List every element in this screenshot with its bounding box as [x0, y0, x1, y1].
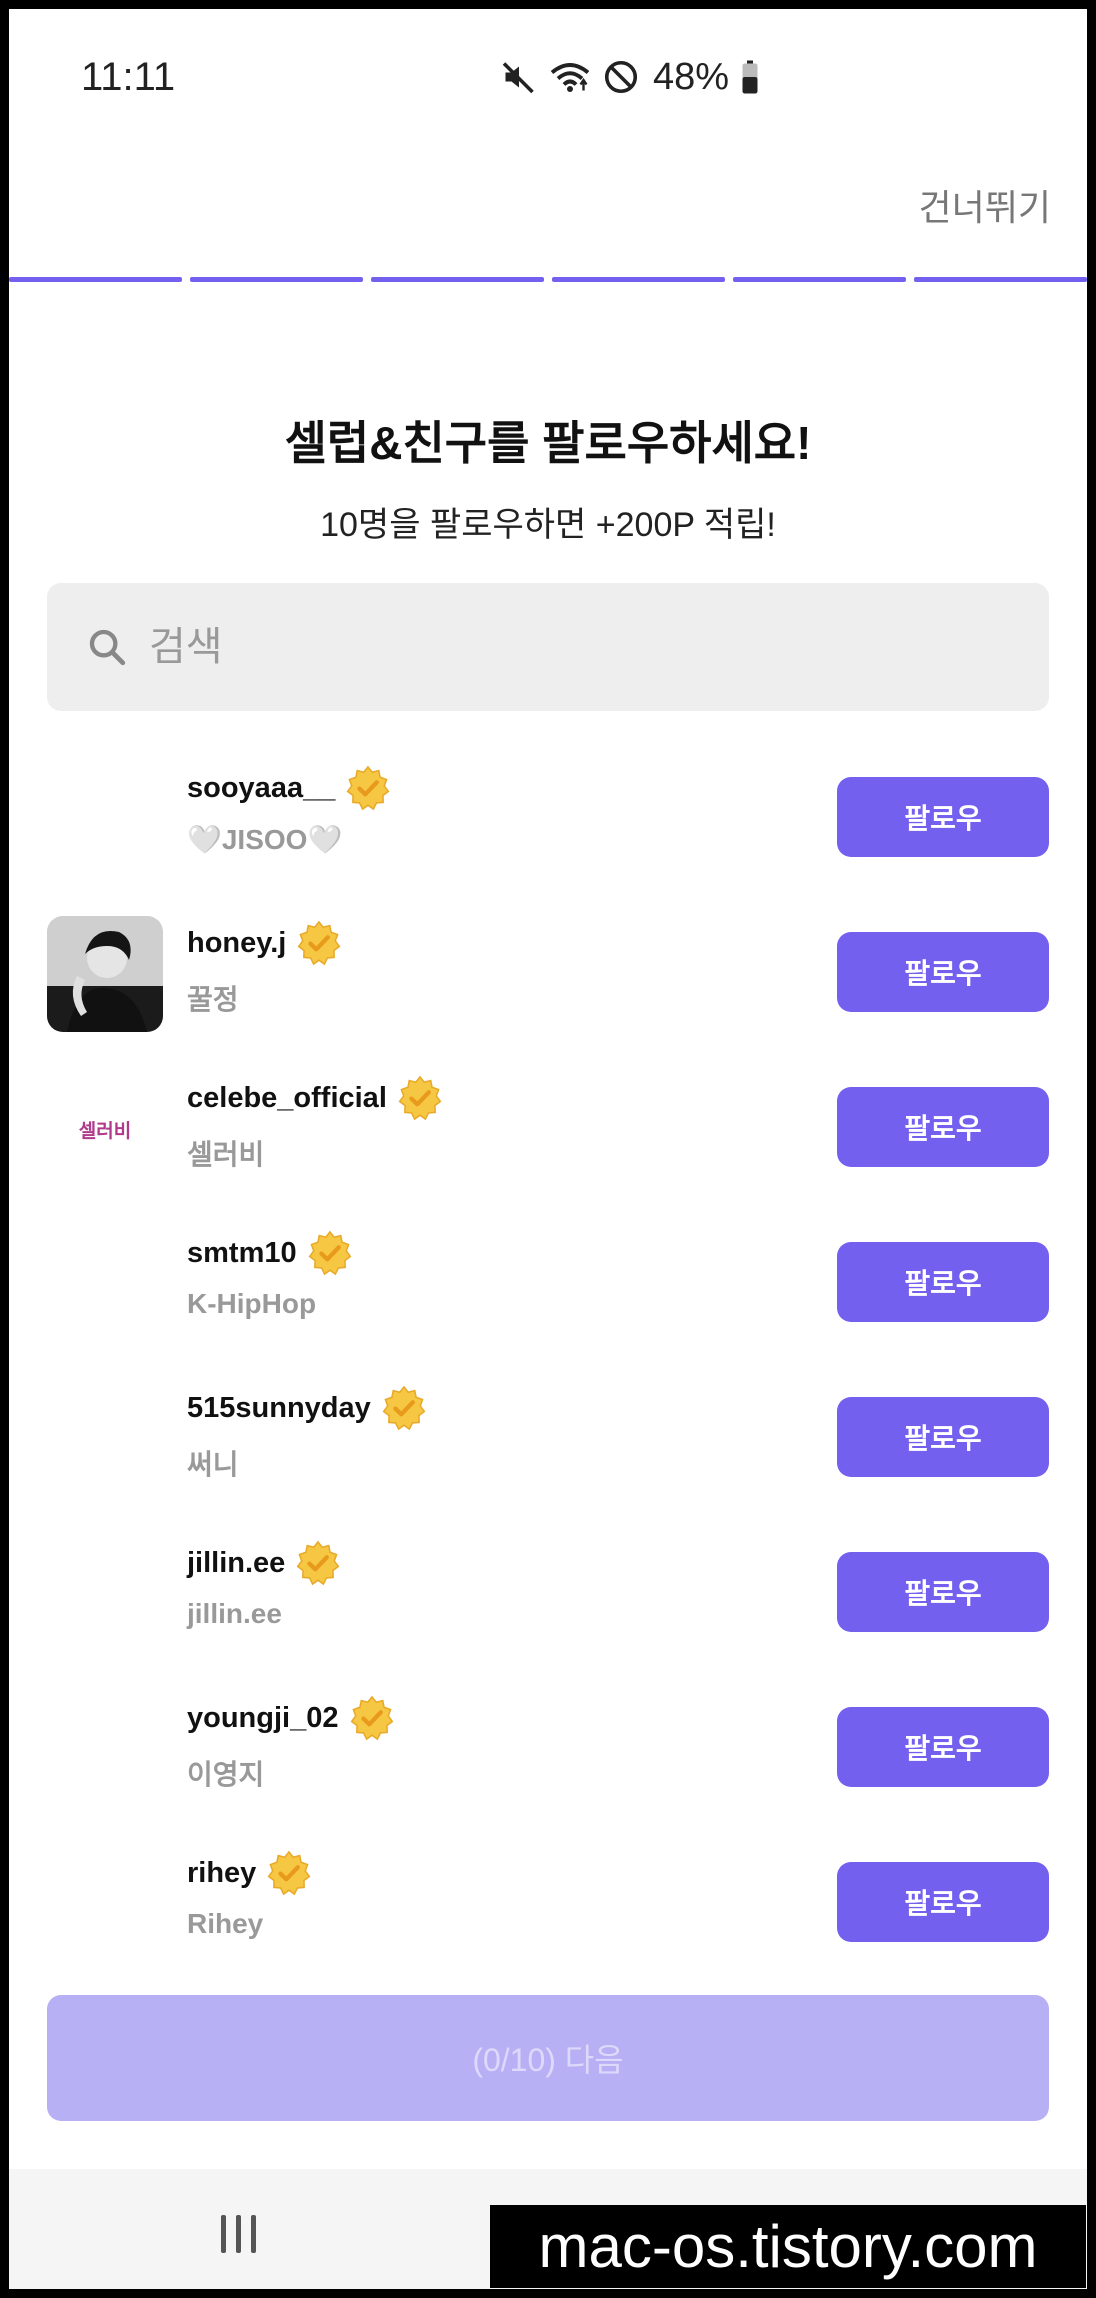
verified-badge-icon: [296, 1540, 340, 1586]
follow-button[interactable]: 팔로우: [837, 1397, 1049, 1477]
display-name: 꿀정: [187, 984, 239, 1015]
user-row: sooyaaa__ 🤍JISOO🤍 팔로우: [9, 751, 1087, 906]
user-row: 515sunnyday 써니 팔로우: [9, 1371, 1087, 1526]
follow-button[interactable]: 팔로우: [837, 1862, 1049, 1942]
display-name: jillin.ee: [187, 1598, 282, 1629]
progress-step: [733, 277, 906, 282]
username[interactable]: sooyaaa__: [187, 772, 335, 805]
verified-badge-icon: [346, 765, 390, 811]
user-row: jillin.ee jillin.ee 팔로우: [9, 1526, 1087, 1681]
avatar[interactable]: 셀러비: [47, 1071, 163, 1187]
user-row: 셀러비 celebe_official 셀러비 팔로우: [9, 1061, 1087, 1216]
username[interactable]: jillin.ee: [187, 1547, 285, 1580]
user-row: rihey Rihey 팔로우: [9, 1836, 1087, 1991]
progress-step: [552, 277, 725, 282]
verified-badge-icon: [297, 920, 341, 966]
user-row: youngji_02 이영지 팔로우: [9, 1681, 1087, 1836]
recents-icon[interactable]: [221, 2215, 256, 2253]
progress-step: [914, 277, 1087, 282]
status-icons: 48%: [501, 55, 759, 99]
display-name: Rihey: [187, 1908, 264, 1939]
user-list: sooyaaa__ 🤍JISOO🤍 팔로우 honey.j 꿀정 팔로우 셀러비…: [9, 751, 1087, 1991]
username[interactable]: smtm10: [187, 1237, 297, 1270]
profile-photo: [47, 916, 163, 1032]
user-row: honey.j 꿀정 팔로우: [9, 906, 1087, 1061]
username[interactable]: rihey: [187, 1857, 256, 1890]
username-line: smtm10: [187, 1230, 353, 1276]
follow-button[interactable]: 팔로우: [837, 932, 1049, 1012]
progress-step: [190, 277, 363, 282]
status-bar: 11:11 48%: [9, 9, 1087, 131]
avatar[interactable]: [47, 1226, 163, 1342]
username-line: jillin.ee: [187, 1540, 341, 1586]
username-line: rihey: [187, 1850, 312, 1896]
username[interactable]: celebe_official: [187, 1082, 387, 1115]
username[interactable]: youngji_02: [187, 1702, 339, 1735]
username[interactable]: 515sunnyday: [187, 1392, 371, 1425]
mute-icon: [502, 62, 534, 94]
wifi-icon: [550, 63, 590, 92]
avatar[interactable]: [47, 1846, 163, 1962]
skip-button[interactable]: 건너뛰기: [919, 179, 1051, 231]
do-not-disturb-icon: [604, 60, 638, 94]
search-icon: [89, 629, 126, 666]
username-line: sooyaaa__: [187, 765, 391, 811]
display-name: 이영지: [187, 1759, 265, 1790]
username-line: honey.j: [187, 920, 342, 966]
verified-badge-icon: [350, 1695, 393, 1741]
battery-icon: [742, 60, 758, 94]
verified-badge-icon: [308, 1230, 352, 1276]
avatar[interactable]: [47, 1691, 163, 1807]
watermark: mac-os.tistory.com: [490, 2205, 1086, 2288]
username-line: youngji_02: [187, 1695, 395, 1741]
username-line: 515sunnyday: [187, 1385, 427, 1431]
verified-badge-icon: [382, 1385, 426, 1431]
celebe-logo: 셀러비: [78, 1120, 132, 1142]
progress-bar: [9, 277, 1087, 282]
page-title: 셀럽&친구를 팔로우하세요!: [284, 417, 812, 469]
progress-step: [9, 277, 182, 282]
username-line: celebe_official: [187, 1075, 443, 1121]
search-input[interactable]: [147, 623, 1031, 671]
verified-badge-icon: [398, 1075, 442, 1121]
progress-step: [371, 277, 544, 282]
display-name: K-HipHop: [187, 1288, 317, 1319]
avatar[interactable]: [47, 916, 163, 1032]
username[interactable]: honey.j: [187, 927, 286, 960]
next-button[interactable]: (0/10) 다음: [47, 1995, 1049, 2121]
search-box[interactable]: [47, 583, 1049, 711]
follow-button[interactable]: 팔로우: [837, 1242, 1049, 1322]
status-time: 11:11: [81, 55, 176, 99]
display-name: 써니: [187, 1449, 239, 1480]
avatar[interactable]: [47, 761, 163, 877]
avatar[interactable]: [47, 1381, 163, 1497]
battery-percent: 48%: [653, 55, 730, 98]
avatar[interactable]: [47, 1536, 163, 1652]
display-name: 🤍JISOO🤍: [187, 824, 343, 855]
page-subtitle: 10명을 팔로우하면 +200P 적립!: [320, 506, 776, 544]
follow-button[interactable]: 팔로우: [837, 777, 1049, 857]
verified-badge-icon: [267, 1850, 311, 1896]
user-row: smtm10 K-HipHop 팔로우: [9, 1216, 1087, 1371]
follow-button[interactable]: 팔로우: [837, 1552, 1049, 1632]
follow-button[interactable]: 팔로우: [837, 1707, 1049, 1787]
app-screen: 11:11 48% 건너뛰기 셀럽&친구를 팔로우하세요! 10명을 팔로우하면…: [9, 9, 1087, 2289]
display-name: 셀러비: [187, 1139, 265, 1170]
follow-button[interactable]: 팔로우: [837, 1087, 1049, 1167]
